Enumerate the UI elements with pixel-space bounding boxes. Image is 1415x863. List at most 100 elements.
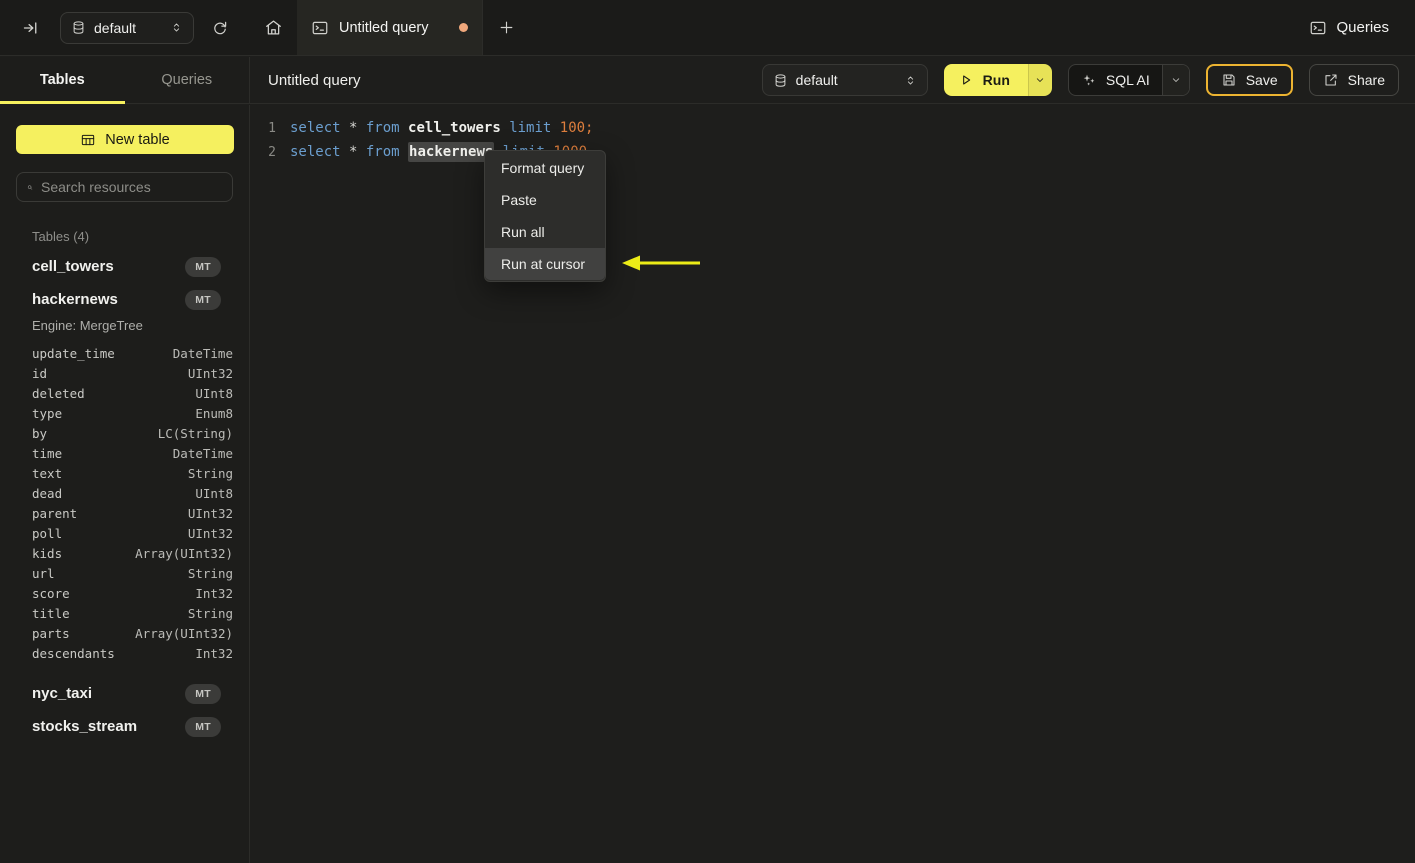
code-token: hackernews: [408, 142, 495, 162]
column-row: score Int32: [32, 583, 233, 603]
menu-item-run-all[interactable]: Run all: [485, 216, 605, 248]
column-name: descendants: [32, 645, 115, 661]
share-icon: [1325, 74, 1337, 86]
code-token: cell_towers: [408, 120, 510, 136]
home-button[interactable]: [250, 0, 297, 55]
share-button[interactable]: Share: [1308, 64, 1399, 96]
editor-header: Untitled query default Run SQL AI Save S…: [250, 57, 1415, 103]
new-tab-button[interactable]: [483, 0, 529, 55]
column-row: type Enum8: [32, 403, 233, 423]
chevron-updown-icon: [173, 23, 180, 32]
run-dropdown-button[interactable]: [1027, 64, 1052, 96]
line-number: 2: [268, 144, 276, 160]
column-row: update_time DateTime: [32, 343, 233, 363]
column-row: dead UInt8: [32, 483, 233, 503]
columns-list: update_time DateTime id UInt32 deleted UInt8 t…: [32, 343, 233, 677]
engine-badge: MT: [185, 683, 221, 704]
second-row: Tables Queries Untitled query default Ru…: [0, 57, 1415, 104]
code-line[interactable]: 2select * from hackernews limit 1000: [251, 140, 1415, 164]
editor-title: Untitled query: [268, 71, 361, 89]
code-line[interactable]: 1 select * from cell_towers limit 100;: [251, 116, 1415, 140]
sidebar-tab-tables[interactable]: Tables: [0, 57, 125, 103]
column-name: id: [32, 365, 48, 381]
menu-item-run-at-cursor[interactable]: Run at cursor: [485, 248, 605, 280]
new-table-button[interactable]: New table: [16, 125, 234, 154]
run-button[interactable]: Run: [943, 64, 1028, 96]
chevron-updown-icon: [907, 76, 913, 84]
search-input[interactable]: [41, 179, 222, 195]
column-name: text: [32, 465, 63, 481]
database-selector-value: default: [94, 19, 137, 36]
code-token: *: [349, 120, 366, 136]
column-row: id UInt32: [32, 363, 233, 383]
column-row: parts Array(UInt32): [32, 623, 233, 643]
table-name: cell_towers: [32, 258, 114, 275]
table-name: stocks_stream: [32, 718, 138, 735]
tables-list: cell_towers MT hackernews MT Engine: MergeTr…: [16, 250, 233, 743]
column-name: url: [32, 565, 55, 581]
column-name: parts: [32, 625, 70, 641]
sql-ai-button[interactable]: SQL AI: [1069, 65, 1162, 95]
column-type: Int32: [195, 585, 233, 601]
save-label: Save: [1245, 72, 1278, 88]
tab-label: Untitled query: [339, 19, 429, 36]
query-tab[interactable]: Untitled query: [297, 0, 483, 55]
queries-button-label: Queries: [1336, 19, 1389, 36]
engine-badge: MT: [185, 256, 221, 277]
run-label: Run: [982, 72, 1010, 88]
table-icon: [82, 134, 95, 145]
annotation-arrow: [622, 255, 700, 271]
chevron-down-icon: [1037, 78, 1044, 82]
table-item-nyc_taxi[interactable]: nyc_taxi MT: [32, 677, 233, 710]
menu-item-paste[interactable]: Paste: [485, 184, 605, 216]
save-button[interactable]: Save: [1205, 64, 1293, 96]
column-row: descendants Int32: [32, 643, 233, 663]
column-type: UInt8: [195, 385, 233, 401]
toolbar-database-selector[interactable]: default: [761, 64, 928, 96]
code-token: select: [290, 120, 350, 136]
column-row: kids Array(UInt32): [32, 543, 233, 563]
queries-button[interactable]: Queries: [1309, 19, 1389, 37]
engine-badge: MT: [185, 289, 221, 310]
save-icon: [1223, 74, 1235, 86]
engine-badge: MT: [185, 716, 221, 737]
top-bar: default Untitled query Queries: [0, 0, 1415, 56]
sql-console-app: default Untitled query Queries Tables Qu…: [0, 0, 1415, 863]
database-selector[interactable]: default: [60, 11, 194, 44]
column-row: deleted UInt8: [32, 383, 233, 403]
column-name: time: [32, 445, 63, 461]
refresh-button[interactable]: [206, 14, 234, 42]
column-type: Array(UInt32): [135, 625, 233, 641]
tab-strip: Untitled query: [250, 0, 529, 55]
database-icon: [775, 73, 786, 87]
sidebar-header: default: [0, 0, 250, 55]
run-button-group: Run: [943, 64, 1052, 96]
database-icon: [73, 21, 84, 34]
code-editor[interactable]: 1 select * from cell_towers limit 100; 2 se…: [251, 105, 1415, 863]
toolbar-database-value: default: [795, 72, 838, 88]
play-icon: [962, 75, 970, 85]
plus-icon: [500, 21, 512, 34]
column-name: deleted: [32, 385, 85, 401]
menu-item-format-query[interactable]: Format query: [485, 152, 605, 184]
code-token: *: [349, 144, 366, 160]
column-type: String: [187, 565, 233, 581]
code-text: select * from cell_towers limit 100;: [290, 120, 593, 136]
collapse-sidebar-button[interactable]: [18, 14, 46, 42]
column-type: LC(String): [157, 425, 233, 441]
table-item-stocks_stream[interactable]: stocks_stream MT: [32, 710, 233, 743]
share-label: Share: [1347, 72, 1385, 88]
column-type: String: [187, 465, 233, 481]
column-type: UInt32: [187, 505, 233, 521]
table-item-cell_towers[interactable]: cell_towers MT: [32, 250, 233, 283]
code-token: from: [365, 120, 409, 136]
sql-ai-dropdown-button[interactable]: [1161, 65, 1189, 95]
column-row: url String: [32, 563, 233, 583]
sidebar-tab-queries[interactable]: Queries: [125, 57, 250, 103]
column-row: poll UInt32: [32, 523, 233, 543]
table-item-hackernews[interactable]: hackernews MT: [32, 283, 233, 316]
tables-section-label: Tables (4): [32, 229, 90, 244]
active-tab-underline: [0, 101, 125, 104]
code-lines: 1 select * from cell_towers limit 100; 2 se…: [251, 116, 1415, 164]
column-row: by LC(String): [32, 423, 233, 443]
